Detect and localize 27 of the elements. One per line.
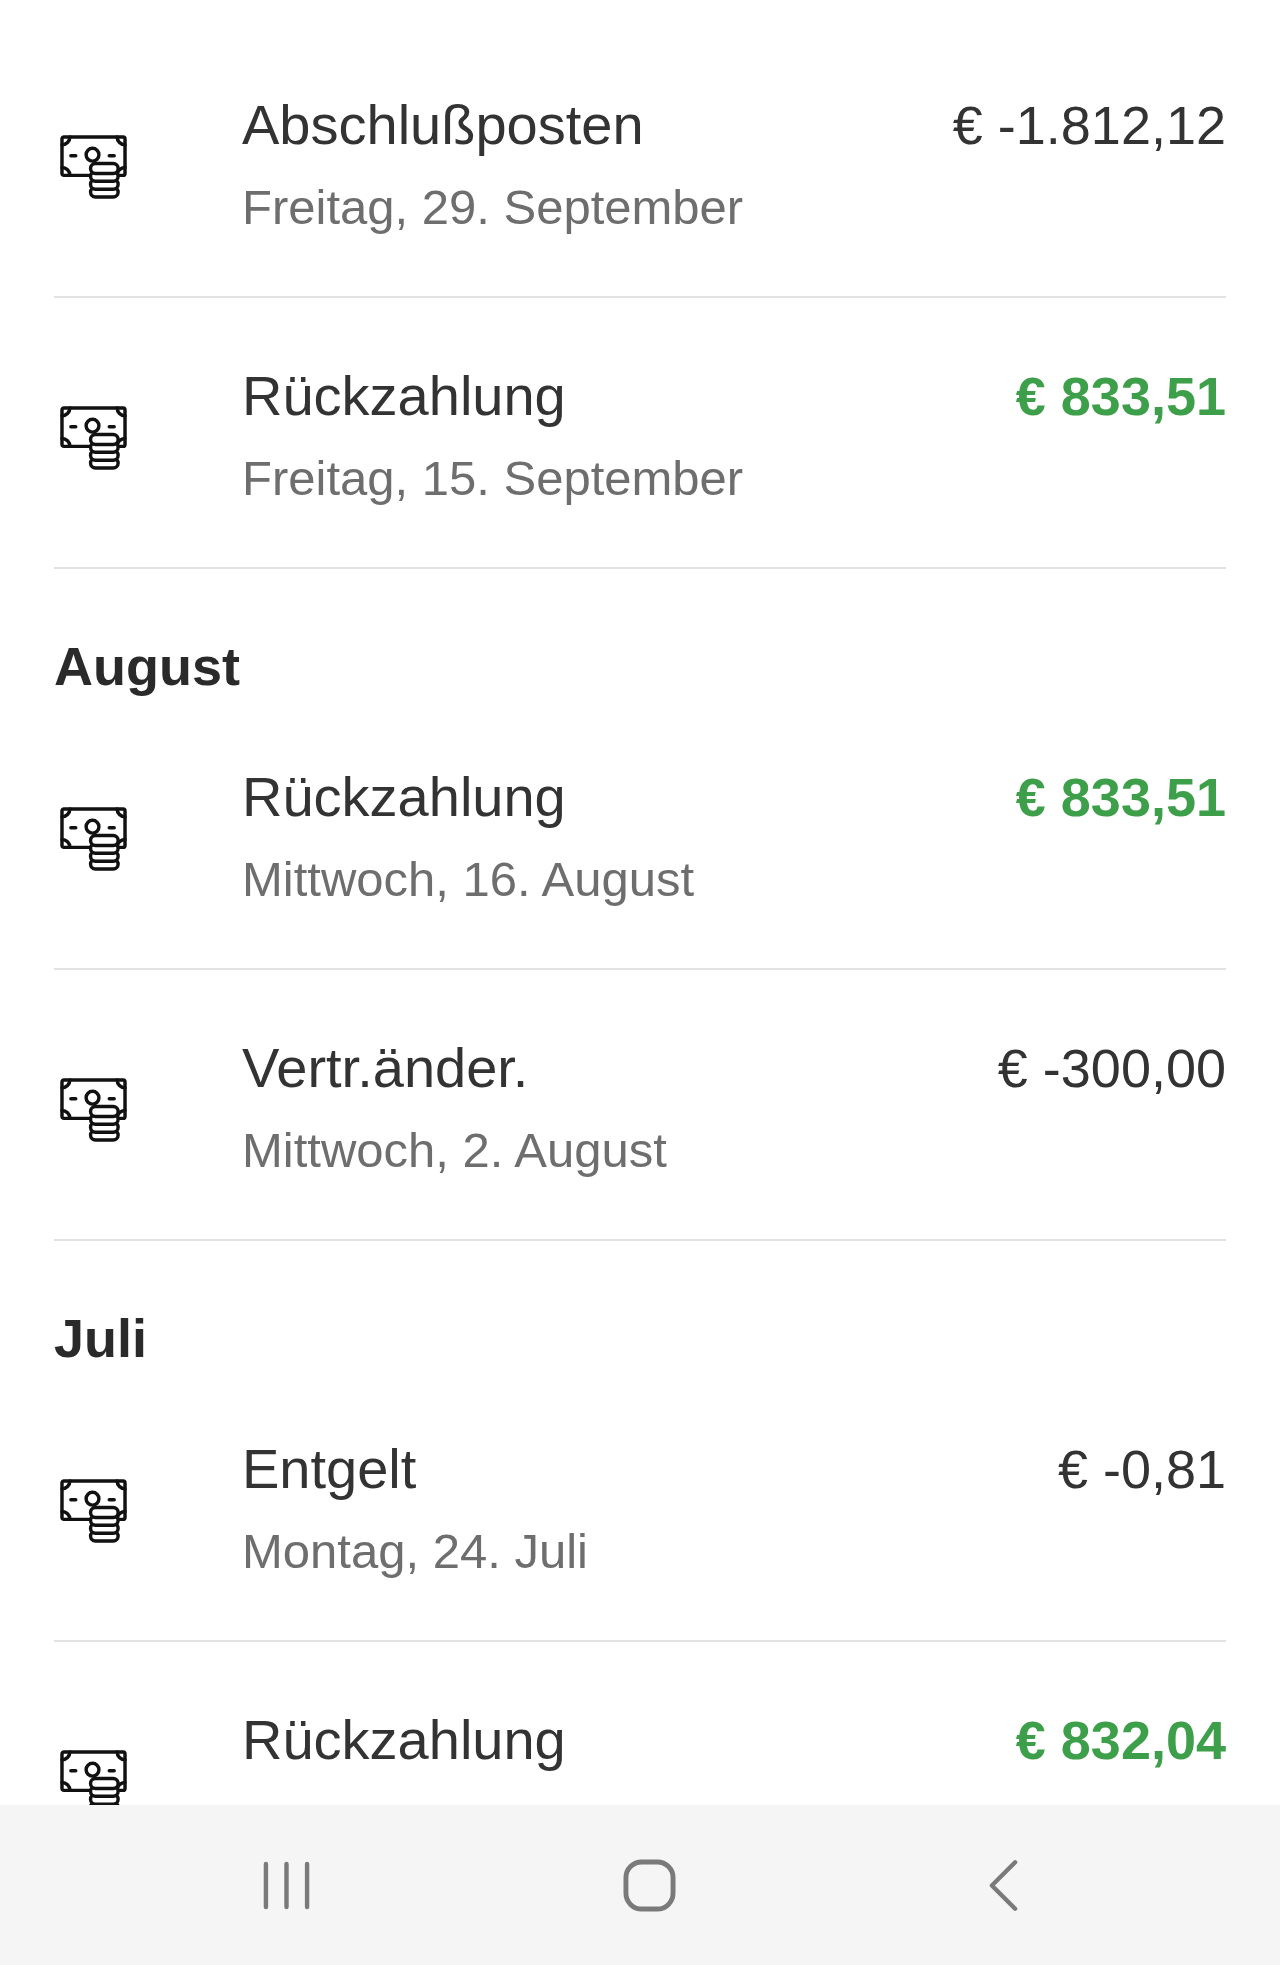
transaction-amount: € -0,81 [1057,1438,1226,1501]
recent-apps-icon[interactable] [261,1860,311,1910]
transaction-title: Vertr.änder. [242,1036,529,1100]
month-heading: Juli [54,1308,148,1368]
transaction-date: Montag, 24. Juli [242,1523,588,1579]
transaction-date: Freitag, 15. September [242,450,744,506]
transaction-date: Mittwoch, 16. August [242,851,695,907]
back-icon[interactable] [987,1858,1019,1912]
transaction-title: Abschlußposten [242,93,644,157]
banknote-coins-icon [60,806,127,872]
month-heading: August [54,636,240,696]
transaction-title: Rückzahlung [242,364,566,428]
transaction-date: Mittwoch, 2. August [242,1122,667,1178]
transaction-amount: € -300,00 [997,1037,1226,1100]
transaction-amount: € -1.812,12 [952,94,1226,157]
transaction-title: Rückzahlung [242,765,566,829]
banknote-coins-icon [60,134,127,200]
transaction-amount: € 833,51 [1015,365,1226,428]
transaction-amount: € 832,04 [1015,1709,1226,1772]
transaction-title: Entgelt [242,1437,417,1501]
home-icon[interactable] [622,1858,676,1912]
banknote-coins-icon [60,1077,127,1143]
banknote-coins-icon [60,1478,127,1544]
banknote-coins-icon [60,405,127,471]
transaction-title: Rückzahlung [242,1708,566,1772]
transaction-amount: € 833,51 [1015,766,1226,829]
transaction-date: Freitag, 29. September [242,179,744,235]
